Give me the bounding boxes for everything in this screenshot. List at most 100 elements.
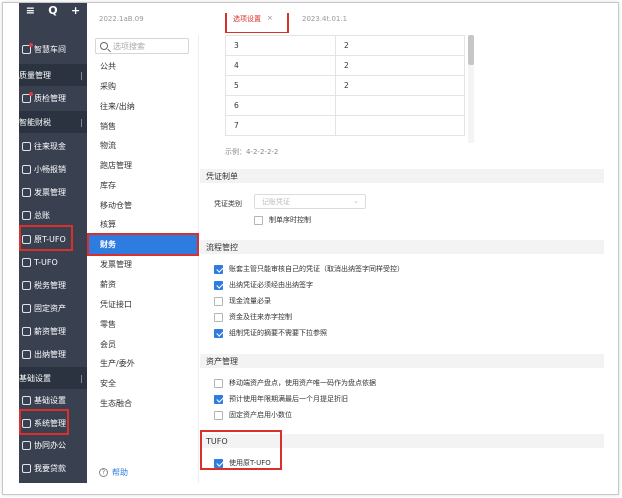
menu-item-voucher-interface[interactable]: 凭证接口 <box>100 299 132 310</box>
sidebar-section-finance-tax[interactable]: 智能财税 | <box>19 111 87 133</box>
sidebar-item-label: 智慧车间 <box>34 44 66 54</box>
checkbox[interactable] <box>214 328 223 338</box>
checkbox[interactable] <box>254 215 263 225</box>
sidebar-item-label: 我要贷款 <box>34 463 66 473</box>
sidebar-section-label: 质量管理 <box>19 70 51 80</box>
sidebar-item-ledger[interactable]: 总账 <box>19 204 87 226</box>
menu-item-receivable-cashier[interactable]: 往来/出纳 <box>100 101 135 112</box>
sidebar-item-tax[interactable]: 税务管理 <box>19 274 87 296</box>
table-cell[interactable] <box>335 115 465 136</box>
sidebar-item-reimbursement[interactable]: 小畅报销 <box>19 158 87 180</box>
menu-item-invoice[interactable]: 发票管理 <box>100 259 132 270</box>
sidebar-item-basic-settings[interactable]: 基础设置 <box>19 389 87 411</box>
option-voucher-sequence[interactable]: 制单序时控制 <box>254 215 311 225</box>
section-divider-icon: | <box>80 70 83 80</box>
sidebar-item-fixed-assets[interactable]: 固定资产 <box>19 297 87 319</box>
option-label: 资金及往来赤字控制 <box>229 313 292 321</box>
loan-icon <box>22 463 31 473</box>
checkbox[interactable] <box>214 312 223 322</box>
table-row: 32 <box>225 35 465 56</box>
table-cell[interactable]: 2 <box>335 55 465 76</box>
menu-item-public[interactable]: 公共 <box>100 61 116 72</box>
menu-item-member[interactable]: 会员 <box>100 339 116 350</box>
collaboration-icon <box>22 440 31 450</box>
checkbox[interactable] <box>214 296 223 306</box>
highlight-finance <box>87 233 199 256</box>
menu-item-mobile-warehouse[interactable]: 移动仓管 <box>100 200 132 211</box>
option-summary-no-dropdown[interactable]: 组制凭证的摘要不需要下拉参照 <box>214 328 327 338</box>
tab-options-settings[interactable]: 选项设置 × <box>225 13 289 34</box>
finance-options-panel: 32 42 52 6 7 示例：4-2-2-2-2 凭证制单 凭证类别 记账凭证… <box>200 33 610 488</box>
options-search-box[interactable] <box>95 38 191 54</box>
search-icon[interactable]: Q <box>48 4 57 17</box>
sidebar-item-cashier[interactable]: 出纳管理 <box>19 343 87 365</box>
table-cell: 6 <box>225 95 336 116</box>
cashier-icon <box>22 349 31 359</box>
option-cashier-sign[interactable]: 出纳凭证必须经由出纳签字 <box>214 280 313 290</box>
sidebar-item-invoice[interactable]: 发票管理 <box>19 181 87 203</box>
menu-item-ecosystem[interactable]: 生态融合 <box>100 398 132 409</box>
sidebar-item-label: 固定资产 <box>34 303 66 313</box>
checkbox[interactable] <box>214 410 223 420</box>
menu-item-production[interactable]: 生产/委外 <box>100 358 135 369</box>
option-deficit-control[interactable]: 资金及往来赤字控制 <box>214 312 292 322</box>
sidebar-item-cash[interactable]: 往来现金 <box>19 135 87 157</box>
inspection-icon <box>22 91 33 103</box>
menu-item-store-visit[interactable]: 跑店管理 <box>100 160 132 171</box>
menu-item-salary[interactable]: 薪资 <box>100 279 116 290</box>
option-label: 组制凭证的摘要不需要下拉参照 <box>229 329 327 337</box>
reimbursement-icon <box>22 164 31 174</box>
checkbox[interactable] <box>214 280 223 290</box>
tab-right[interactable]: 2023.4t.01.1 <box>302 15 347 23</box>
tab-left[interactable]: 2022.1aB.09 <box>99 15 144 23</box>
scrollbar-thumb[interactable] <box>468 35 474 65</box>
option-asset-unique-code[interactable]: 移动端资产盘点，使用资产唯一码作为盘点依据 <box>214 378 376 388</box>
menu-icon[interactable]: ≡ <box>26 4 35 17</box>
voucher-type-label: 凭证类别 <box>214 200 242 208</box>
menu-item-inventory[interactable]: 库存 <box>100 180 116 191</box>
sidebar-item-inspection[interactable]: 质检管理 <box>19 87 87 109</box>
option-cashflow-required[interactable]: 现金流量必录 <box>214 296 271 306</box>
table-scrollbar[interactable] <box>468 35 474 143</box>
menu-item-retail[interactable]: 零售 <box>100 319 116 330</box>
invoice-icon <box>22 187 31 197</box>
table-cell: 4 <box>225 55 336 76</box>
voucher-type-select[interactable]: 记账凭证 ⌄ <box>254 194 366 209</box>
menu-item-security[interactable]: 安全 <box>100 378 116 389</box>
option-supervisor-audit[interactable]: 账套主管只能审核自己的凭证（取消出纳签字同样受控） <box>214 264 404 274</box>
checkbox[interactable] <box>214 264 223 274</box>
sidebar-item-tufo[interactable]: T-UFO <box>19 251 87 273</box>
option-asset-decimals[interactable]: 固定资产启用小数位 <box>214 410 292 420</box>
menu-item-purchase[interactable]: 采购 <box>100 81 116 92</box>
table-cell[interactable]: 2 <box>335 35 465 56</box>
help-icon: ? <box>99 468 108 477</box>
menu-item-costing[interactable]: 核算 <box>100 219 116 230</box>
sidebar-item-label: 质检管理 <box>34 93 66 103</box>
menu-item-logistics[interactable]: 物流 <box>100 140 116 151</box>
sidebar-section-basic-settings[interactable]: 基础设置 | <box>19 367 87 389</box>
table-row: 52 <box>225 75 465 96</box>
help-link[interactable]: ? 帮助 <box>99 467 128 478</box>
code-example: 示例：4-2-2-2-2 <box>225 148 279 156</box>
sidebar-section-label: 基础设置 <box>19 373 51 383</box>
menu-item-sales[interactable]: 销售 <box>100 121 116 132</box>
sidebar-section-quality[interactable]: 质量管理 | <box>19 64 87 86</box>
sidebar-item-payroll[interactable]: 薪资管理 <box>19 320 87 342</box>
table-cell[interactable] <box>335 95 465 116</box>
option-label: 制单序时控制 <box>269 216 311 224</box>
highlight-tufo <box>200 430 282 470</box>
table-cell: 7 <box>225 115 336 136</box>
table-cell[interactable]: 2 <box>335 75 465 96</box>
checkbox[interactable] <box>214 394 223 404</box>
sidebar-item-loan[interactable]: 我要贷款 <box>19 457 87 479</box>
table-row: 7 <box>225 115 465 136</box>
close-icon[interactable]: × <box>267 14 273 22</box>
add-icon[interactable]: + <box>71 4 80 17</box>
checkbox[interactable] <box>214 378 223 388</box>
option-full-depreciation[interactable]: 预计使用年限期满最后一个月提足折旧 <box>214 394 348 404</box>
sidebar-item-collaboration[interactable]: 协同办公 <box>19 434 87 456</box>
options-search-input[interactable] <box>113 41 191 51</box>
sidebar-item-smart-workshop[interactable]: 智慧车间 <box>19 38 87 60</box>
sidebar-section-label: 智能财税 <box>19 117 51 127</box>
tab-bar: 2022.1aB.09 选项设置 × 2023.4t.01.1 <box>87 3 618 34</box>
